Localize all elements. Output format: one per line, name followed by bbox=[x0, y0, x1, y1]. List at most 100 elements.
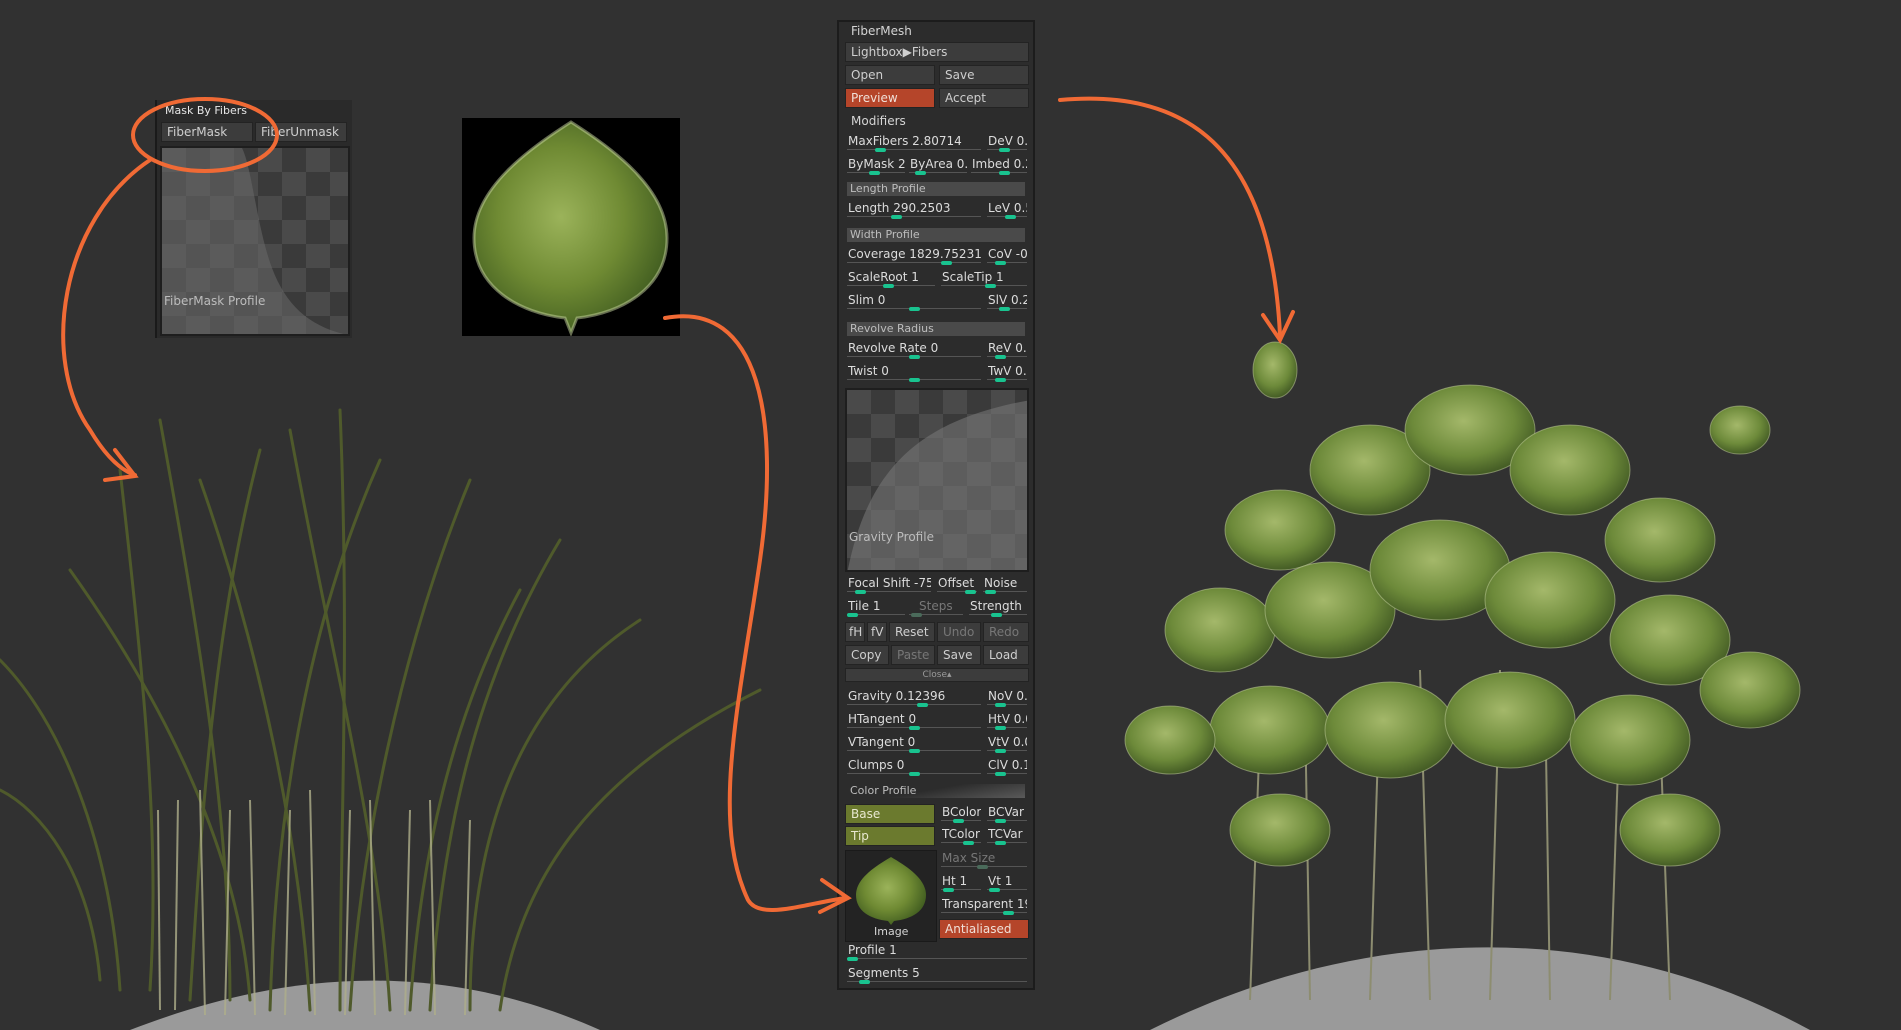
maxfibers-label: MaxFibers 2.80714 bbox=[848, 134, 962, 148]
gravity-profile-curve[interactable]: Gravity Profile bbox=[845, 388, 1029, 572]
save-button[interactable]: Save bbox=[939, 65, 1029, 85]
scaletip-slider[interactable]: ScaleTip 1 bbox=[939, 269, 1029, 288]
twv-slider[interactable]: TwV 0.0 bbox=[985, 363, 1029, 382]
dev-label: DeV 0.2 bbox=[988, 134, 1027, 148]
leaf-texture-thumbnail bbox=[462, 118, 680, 336]
revolve-radius-header[interactable]: Revolve Radius bbox=[847, 322, 1025, 336]
twist-slider[interactable]: Twist 0 bbox=[845, 363, 983, 382]
scaletip-label: ScaleTip 1 bbox=[942, 270, 1004, 284]
length-label: Length 290.2503 bbox=[848, 201, 951, 215]
ht-label: Ht 1 bbox=[942, 874, 968, 888]
offset-label: Offset bbox=[938, 576, 975, 590]
profile-slider[interactable]: Profile 1 bbox=[845, 942, 1029, 961]
nov-slider[interactable]: NoV 0.1 bbox=[985, 688, 1029, 707]
coverage-slider[interactable]: Coverage 1829.75231 bbox=[845, 246, 983, 265]
slim-label: Slim 0 bbox=[848, 293, 886, 307]
rev-slider[interactable]: ReV 0.1 bbox=[985, 340, 1029, 359]
imbed-label: Imbed 0.2 bbox=[972, 157, 1027, 171]
focal-shift-label: Focal Shift -75 bbox=[848, 576, 931, 590]
maxsize-label: Max Size bbox=[942, 851, 996, 865]
base-color-swatch[interactable]: Base bbox=[845, 804, 935, 824]
length-slider[interactable]: Length 290.2503 bbox=[845, 200, 983, 219]
revolve-rate-slider[interactable]: Revolve Rate 0 bbox=[845, 340, 983, 359]
grass-fibers-render bbox=[0, 408, 762, 1030]
vtv-label: VtV 0.0! bbox=[988, 735, 1027, 749]
reset-button[interactable]: Reset bbox=[889, 622, 935, 642]
htangent-slider[interactable]: HTangent 0 bbox=[845, 711, 983, 730]
tcolor-label: TColori: bbox=[942, 827, 981, 841]
fiber-image-thumbnail[interactable]: Image bbox=[845, 850, 937, 942]
steps-slider[interactable]: Steps bbox=[907, 598, 965, 617]
revolve-rate-label: Revolve Rate 0 bbox=[848, 341, 939, 355]
fibermask-profile-curve[interactable]: FiberMask Profile bbox=[160, 146, 350, 336]
transparent-slider[interactable]: Transparent 19 bbox=[939, 896, 1029, 915]
nov-label: NoV 0.1 bbox=[988, 689, 1027, 703]
dev-slider[interactable]: DeV 0.2 bbox=[985, 133, 1029, 152]
maxfibers-slider[interactable]: MaxFibers 2.80714 bbox=[845, 133, 983, 152]
length-profile-header[interactable]: Length Profile bbox=[847, 182, 1025, 196]
clv-label: ClV 0.1 bbox=[988, 758, 1027, 772]
vtv-slider[interactable]: VtV 0.0! bbox=[985, 734, 1029, 753]
byarea-label: ByArea 0.! bbox=[910, 157, 967, 171]
slv-slider[interactable]: SlV 0.2 bbox=[985, 292, 1029, 311]
close-curve-button[interactable]: Close▴ bbox=[845, 668, 1029, 682]
byarea-slider[interactable]: ByArea 0.! bbox=[907, 156, 969, 175]
focal-shift-slider[interactable]: Focal Shift -75 bbox=[845, 575, 933, 594]
profile-label: Profile 1 bbox=[848, 943, 897, 957]
gravity-profile-label: Gravity Profile bbox=[849, 530, 934, 544]
gravity-slider[interactable]: Gravity 0.12396 bbox=[845, 688, 983, 707]
antialiased-toggle[interactable]: Antialiased bbox=[939, 919, 1029, 939]
imbed-slider[interactable]: Imbed 0.2 bbox=[969, 156, 1029, 175]
fiberunmask-button[interactable]: FiberUnmask bbox=[255, 122, 347, 142]
strength-label: Strength bbox=[970, 599, 1022, 613]
flip-v-button[interactable]: fV bbox=[867, 622, 887, 642]
fibermesh-panel: FiberMesh Lightbox▶Fibers Open Save Prev… bbox=[837, 20, 1035, 990]
lightbox-fibers-button[interactable]: Lightbox▶Fibers bbox=[845, 42, 1029, 62]
strength-slider[interactable]: Strength bbox=[967, 598, 1029, 617]
fibermask-button[interactable]: FiberMask bbox=[161, 122, 253, 142]
fibermesh-title: FiberMesh bbox=[851, 24, 912, 38]
arrow-panel-to-plant bbox=[1058, 96, 1282, 337]
copy-button[interactable]: Copy bbox=[845, 645, 889, 665]
mask-by-fibers-panel: Mask By Fibers FiberMask FiberUnmask Fib… bbox=[155, 100, 352, 338]
clv-slider[interactable]: ClV 0.1 bbox=[985, 757, 1029, 776]
tip-color-swatch[interactable]: Tip bbox=[845, 826, 935, 846]
cov-slider[interactable]: CoV -0.: bbox=[985, 246, 1029, 265]
vtangent-label: VTangent 0 bbox=[848, 735, 916, 749]
flip-h-button[interactable]: fH bbox=[845, 622, 865, 642]
noise-slider[interactable]: Noise bbox=[981, 575, 1029, 594]
ht-slider[interactable]: Ht 1 bbox=[939, 873, 983, 892]
tcolor-slider[interactable]: TColori: bbox=[939, 826, 983, 845]
vt-label: Vt 1 bbox=[988, 874, 1013, 888]
tile-slider[interactable]: Tile 1 bbox=[845, 598, 907, 617]
htv-slider[interactable]: HtV 0.0 bbox=[985, 711, 1029, 730]
bymask-slider[interactable]: ByMask 2. bbox=[845, 156, 907, 175]
bcolor-slider[interactable]: BColori bbox=[939, 804, 983, 823]
tcvar-slider[interactable]: TCVar bbox=[985, 826, 1029, 845]
maxsize-slider[interactable]: Max Size bbox=[939, 850, 1029, 869]
redo-button[interactable]: Redo bbox=[983, 622, 1029, 642]
undo-button[interactable]: Undo bbox=[937, 622, 981, 642]
modifiers-header[interactable]: Modifiers bbox=[851, 114, 906, 128]
accept-button[interactable]: Accept bbox=[939, 88, 1029, 108]
scaleroot-slider[interactable]: ScaleRoot 1 bbox=[845, 269, 937, 288]
clumps-slider[interactable]: Clumps 0 bbox=[845, 757, 983, 776]
load-curve-button[interactable]: Load bbox=[983, 645, 1029, 665]
bcvar-slider[interactable]: BCVar bbox=[985, 804, 1029, 823]
tile-label: Tile 1 bbox=[848, 599, 881, 613]
vt-slider[interactable]: Vt 1 bbox=[985, 873, 1029, 892]
paste-button[interactable]: Paste bbox=[891, 645, 935, 665]
lev-slider[interactable]: LeV 0.5 bbox=[985, 200, 1029, 219]
vtangent-slider[interactable]: VTangent 0 bbox=[845, 734, 983, 753]
preview-button[interactable]: Preview bbox=[845, 88, 935, 108]
image-label: Image bbox=[874, 925, 909, 938]
offset-slider[interactable]: Offset bbox=[935, 575, 979, 594]
width-profile-header[interactable]: Width Profile bbox=[847, 228, 1025, 242]
segments-slider[interactable]: Segments 5 bbox=[845, 965, 1029, 984]
save-curve-button[interactable]: Save bbox=[937, 645, 981, 665]
bcolor-label: BColori bbox=[942, 805, 981, 819]
open-button[interactable]: Open bbox=[845, 65, 935, 85]
htv-label: HtV 0.0 bbox=[988, 712, 1027, 726]
color-profile-header[interactable]: Color Profile bbox=[847, 784, 1025, 798]
slim-slider[interactable]: Slim 0 bbox=[845, 292, 983, 311]
